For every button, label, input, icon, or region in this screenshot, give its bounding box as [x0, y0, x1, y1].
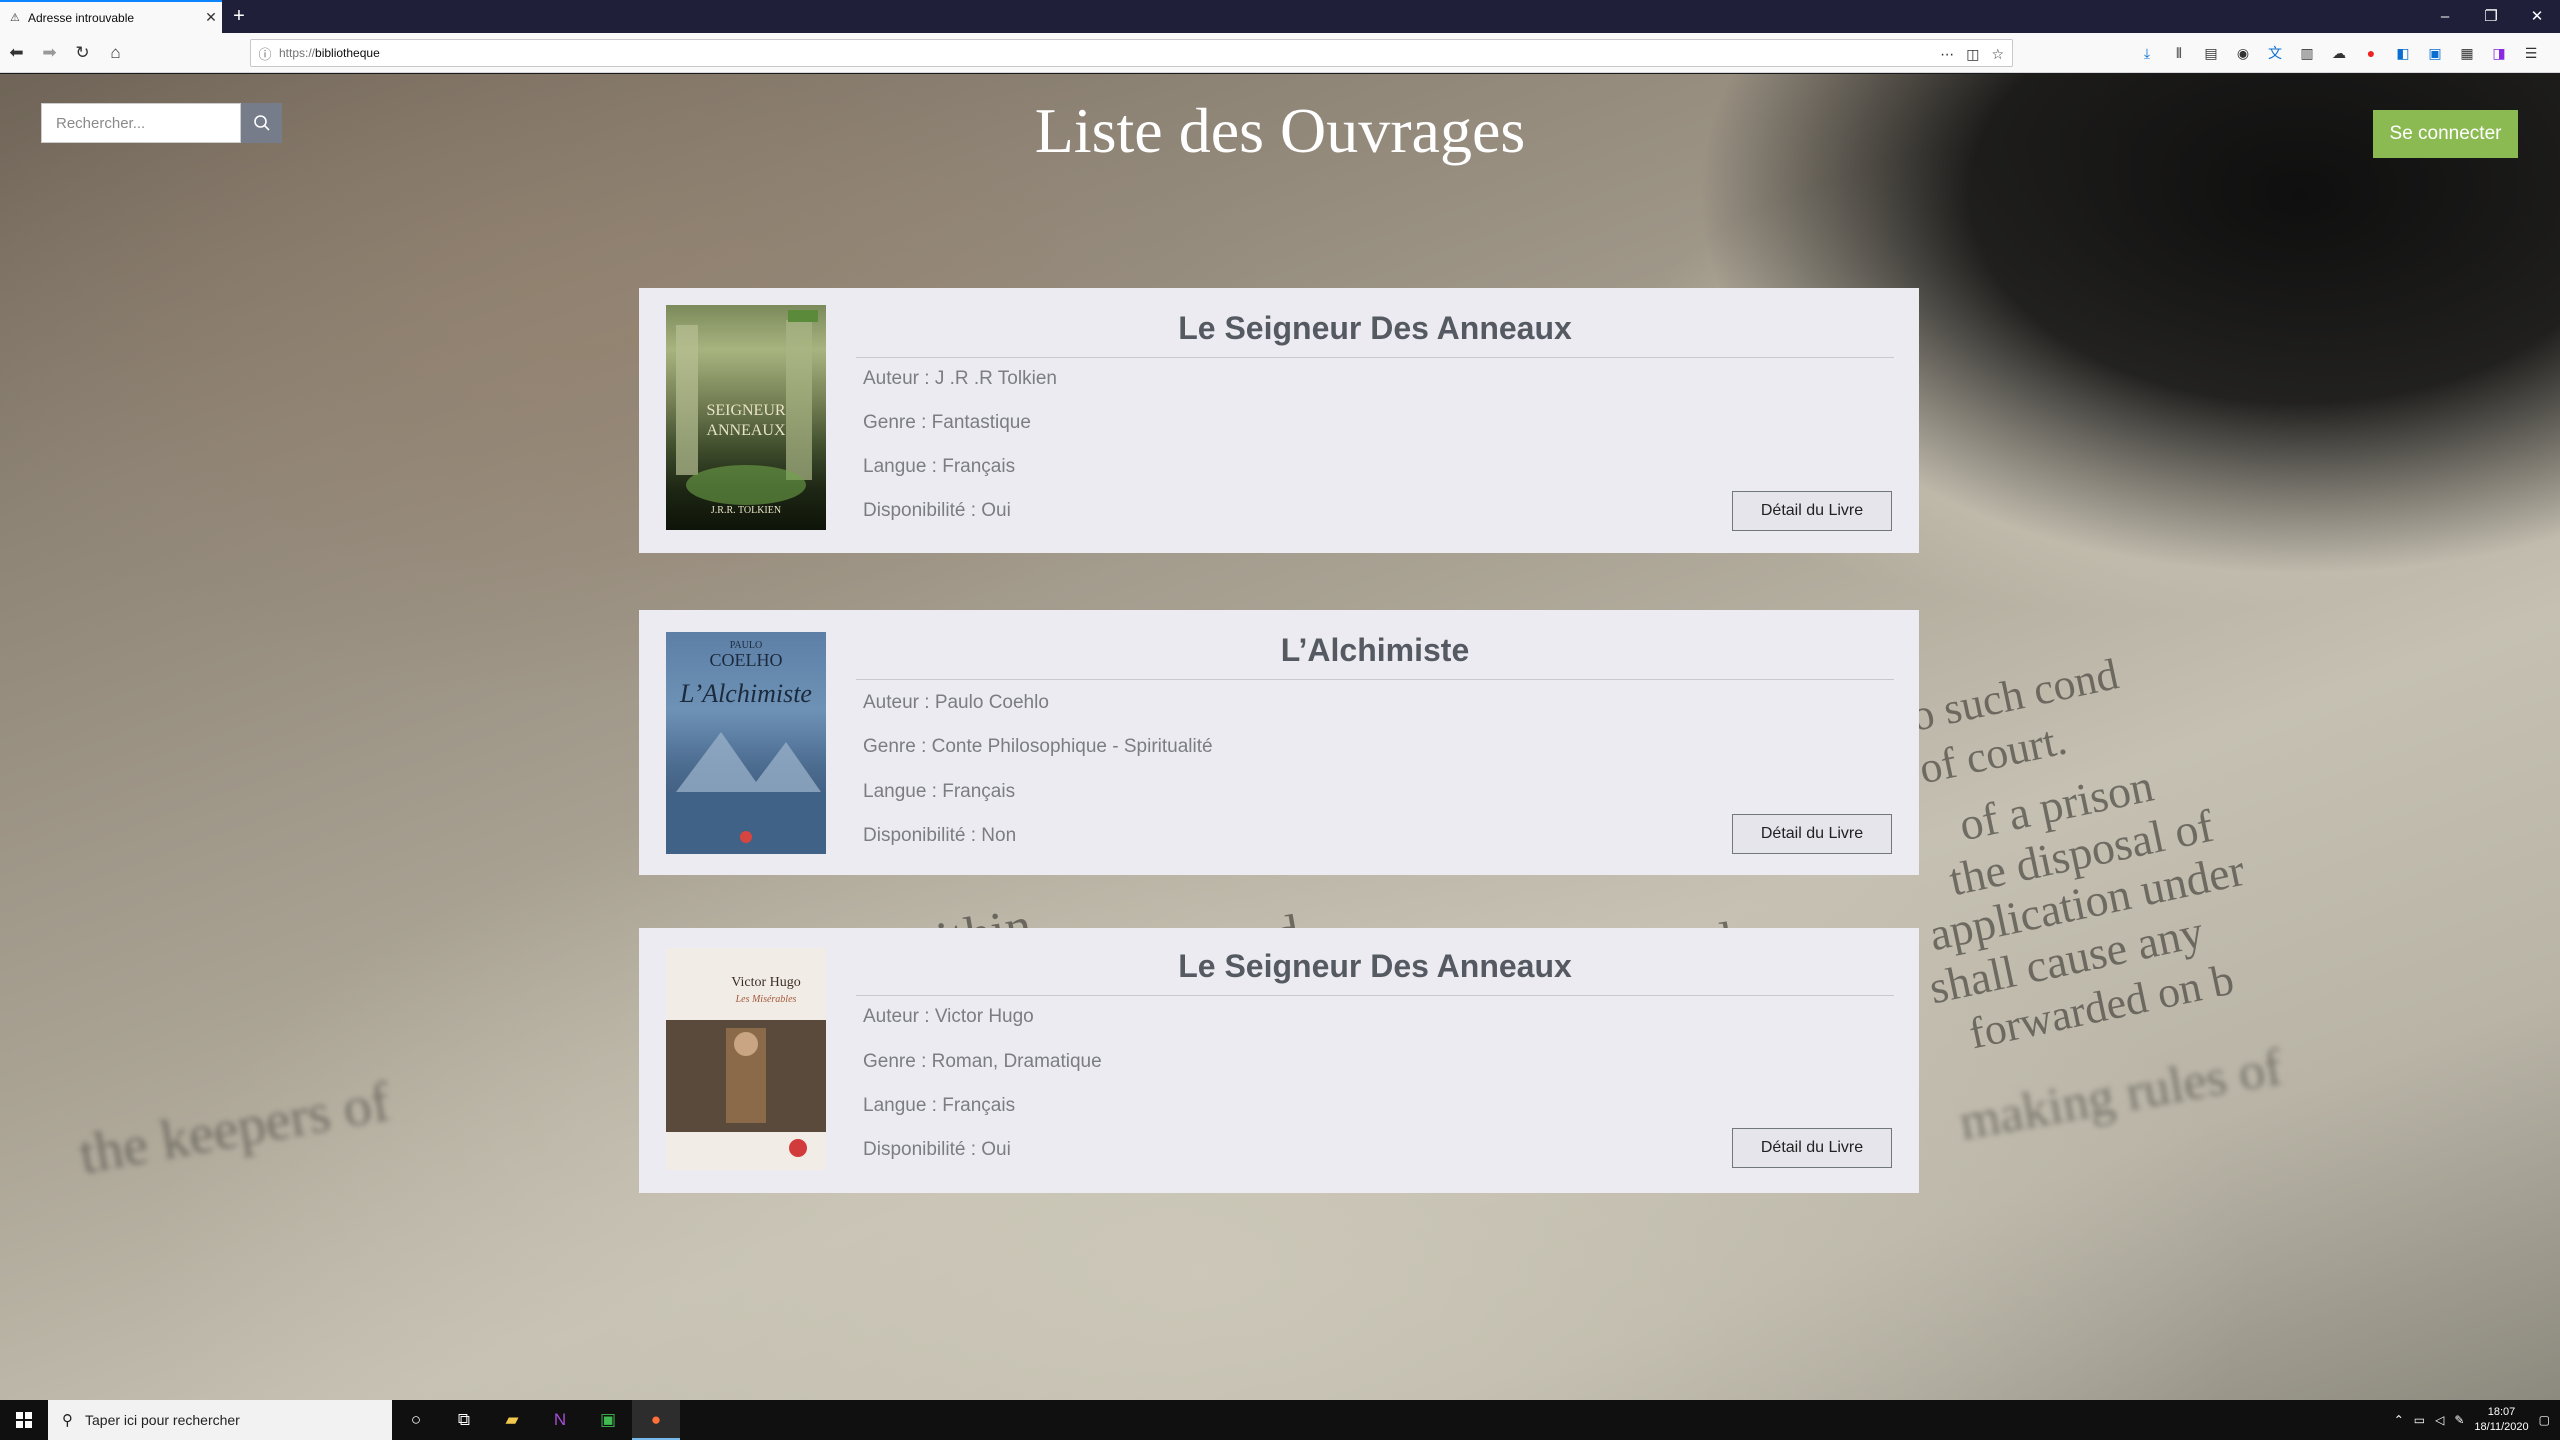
- background-text: the keepers of: [74, 1070, 395, 1187]
- book-genre: Genre : Fantastique: [863, 412, 1031, 433]
- file-explorer-icon[interactable]: ▰: [488, 1400, 536, 1440]
- pocket-icon[interactable]: ◫: [1966, 46, 1979, 63]
- book-cover-image[interactable]: Victor Hugo Les Misérables: [666, 948, 826, 1170]
- cover-art: Victor Hugo Les Misérables: [666, 975, 826, 1157]
- warning-icon: ⚠: [10, 11, 20, 24]
- url-bar[interactable]: ⓘ https:// bibliotheque ⋯ ◫ ☆: [250, 39, 2013, 67]
- toolbar-icons: ⤓ ⫴ ▤ ◉ 文 ▥ ☁ ● ◧ ▣ ▦ ◨ ☰: [2135, 33, 2543, 73]
- info-icon[interactable]: ⓘ: [251, 44, 279, 63]
- bookmark-star-icon[interactable]: ☆: [1991, 46, 2004, 63]
- clock-time: 18:07: [2487, 1406, 2516, 1418]
- book-title: L’Alchimiste: [856, 632, 1894, 680]
- notification-extension-icon[interactable]: ◧: [2391, 41, 2415, 65]
- download-icon[interactable]: ⤓: [2135, 41, 2159, 65]
- book-cover-image[interactable]: SEIGNEUR ANNEAUX J.R.R. TOLKIEN: [666, 305, 826, 530]
- back-arrow-icon[interactable]: ⬅: [0, 33, 33, 73]
- taskbar-search-text: Taper ici pour rechercher: [85, 1412, 240, 1428]
- book-cover-image[interactable]: PAULO COELHO L’Alchimiste: [666, 632, 826, 854]
- windows-logo-icon: [16, 1412, 32, 1428]
- volume-icon[interactable]: ◁: [2435, 1413, 2444, 1427]
- book-language: Langue : Français: [863, 1095, 1016, 1116]
- cover-author: Victor Hugo: [731, 975, 801, 990]
- book-author: Auteur : J .R .R Tolkien: [863, 368, 1057, 389]
- minimize-icon[interactable]: –: [2422, 0, 2468, 33]
- cover-title: L’Alchimiste: [679, 679, 812, 708]
- reload-icon[interactable]: ↻: [66, 33, 99, 73]
- forward-arrow-icon[interactable]: ➡: [33, 33, 66, 73]
- book-genre: Genre : Conte Philosophique - Spirituali…: [863, 736, 1213, 757]
- extension-icon[interactable]: ☁: [2327, 41, 2351, 65]
- book-detail-button[interactable]: Détail du Livre: [1732, 814, 1892, 854]
- pocket-extension-icon[interactable]: ●: [2359, 41, 2383, 65]
- account-icon[interactable]: ◉: [2231, 41, 2255, 65]
- cover-art: PAULO COELHO L’Alchimiste: [666, 640, 826, 854]
- pen-icon[interactable]: ✎: [2454, 1413, 2464, 1427]
- barcode-icon[interactable]: ▥: [2295, 41, 2319, 65]
- login-button[interactable]: Se connecter: [2373, 110, 2518, 158]
- search-icon: ⚲: [62, 1412, 73, 1429]
- book-availability: Disponibilité : Oui: [863, 500, 1011, 521]
- tab-close-icon[interactable]: ✕: [200, 9, 222, 26]
- page-actions-icon[interactable]: ⋯: [1940, 46, 1954, 63]
- cover-author: J.R.R. TOLKIEN: [711, 505, 781, 516]
- s-extension-icon[interactable]: ▣: [2423, 41, 2447, 65]
- book-title: Le Seigneur Des Anneaux: [856, 948, 1894, 996]
- library-icon[interactable]: ⫴: [2167, 41, 2191, 65]
- cover-art: SEIGNEUR ANNEAUX J.R.R. TOLKIEN: [676, 310, 818, 516]
- firefox-icon[interactable]: ●: [632, 1400, 680, 1440]
- clock-date: 18/11/2020: [2474, 1421, 2529, 1433]
- clock[interactable]: 18:07 18/11/2020: [2474, 1405, 2528, 1435]
- book-availability: Disponibilité : Non: [863, 825, 1017, 846]
- tab-title: Adresse introuvable: [28, 10, 135, 25]
- system-tray: ⌃ ▭ ◁ ✎ 18:07 18/11/2020 ▢: [2394, 1400, 2560, 1440]
- grid-extension-icon[interactable]: ▦: [2455, 41, 2479, 65]
- page-viewport: to such cond of court. of a prison the d…: [0, 74, 2560, 1400]
- notification-icon[interactable]: ▢: [2539, 1413, 2550, 1427]
- cortana-icon[interactable]: ○: [392, 1400, 440, 1440]
- book-author: Auteur : Paulo Coehlo: [863, 692, 1049, 713]
- code-editor-icon[interactable]: ▣: [584, 1400, 632, 1440]
- cover-subtitle: ANNEAUX: [706, 422, 786, 439]
- cover-title: Les Misérables: [735, 994, 797, 1005]
- new-tab-button[interactable]: +: [222, 0, 256, 33]
- menu-icon[interactable]: ☰: [2519, 41, 2543, 65]
- book-card: SEIGNEUR ANNEAUX J.R.R. TOLKIEN Le Seign…: [639, 288, 1919, 553]
- background-text: making rules of: [1955, 1038, 2287, 1152]
- book-card: Victor Hugo Les Misérables Le Seigneur D…: [639, 928, 1919, 1193]
- home-icon[interactable]: ⌂: [99, 33, 132, 73]
- start-button[interactable]: [0, 1400, 48, 1440]
- book-author: Auteur : Victor Hugo: [863, 1006, 1034, 1027]
- book-genre: Genre : Roman, Dramatique: [863, 1051, 1102, 1072]
- book-language: Langue : Français: [863, 781, 1016, 802]
- close-window-icon[interactable]: ✕: [2514, 0, 2560, 33]
- window-controls: – ❐ ✕: [2422, 0, 2560, 33]
- restore-icon[interactable]: ❐: [2468, 0, 2514, 33]
- onenote-extension-icon[interactable]: ◨: [2487, 41, 2511, 65]
- network-icon[interactable]: ▭: [2414, 1413, 2425, 1427]
- browser-tab[interactable]: ⚠ Adresse introuvable ✕: [0, 0, 222, 33]
- book-availability: Disponibilité : Oui: [863, 1139, 1011, 1160]
- onenote-icon[interactable]: N: [536, 1400, 584, 1440]
- browser-tab-bar: ⚠ Adresse introuvable ✕ + – ❐ ✕: [0, 0, 2560, 33]
- sidebar-icon[interactable]: ▤: [2199, 41, 2223, 65]
- browser-navigation-bar: ⬅ ➡ ↻ ⌂ ⓘ https:// bibliotheque ⋯ ◫ ☆ ⤓ …: [0, 33, 2560, 73]
- cover-title: SEIGNEUR: [706, 402, 785, 419]
- taskbar-search-box[interactable]: ⚲ Taper ici pour rechercher: [48, 1400, 392, 1440]
- book-detail-button[interactable]: Détail du Livre: [1732, 491, 1892, 531]
- url-protocol: https://: [279, 46, 316, 60]
- book-card: PAULO COELHO L’Alchimiste L’Alchimiste A…: [639, 610, 1919, 875]
- page-title: Liste des Ouvrages: [1034, 95, 1526, 166]
- show-hidden-icons-icon[interactable]: ⌃: [2394, 1413, 2404, 1427]
- task-view-icon[interactable]: ⧉: [440, 1400, 488, 1440]
- book-detail-button[interactable]: Détail du Livre: [1732, 1128, 1892, 1168]
- url-host: bibliotheque: [315, 46, 380, 60]
- cover-author-last: COELHO: [710, 650, 783, 670]
- translate-icon[interactable]: 文: [2263, 41, 2287, 65]
- book-language: Langue : Français: [863, 456, 1016, 477]
- windows-taskbar: ⚲ Taper ici pour rechercher ○ ⧉ ▰ N ▣ ● …: [0, 1400, 2560, 1440]
- book-title: Le Seigneur Des Anneaux: [856, 310, 1894, 358]
